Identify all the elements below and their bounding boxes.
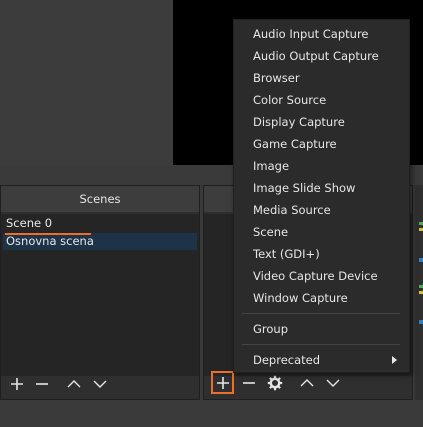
minus-icon bbox=[243, 382, 255, 384]
menu-item-browser[interactable]: Browser bbox=[234, 67, 409, 89]
menu-item-video-capture-device[interactable]: Video Capture Device bbox=[234, 265, 409, 287]
menu-item-scene[interactable]: Scene bbox=[234, 221, 409, 243]
scene-item-scene-0[interactable]: Scene 0 bbox=[3, 215, 197, 232]
scenes-dock: Scenes Scene 0 Osnovna scena bbox=[0, 185, 200, 400]
menu-item-image[interactable]: Image bbox=[234, 155, 409, 177]
add-source-menu: Audio Input Capture Audio Output Capture… bbox=[233, 19, 410, 373]
move-scene-up-button[interactable] bbox=[64, 375, 84, 393]
menu-item-deprecated[interactable]: Deprecated bbox=[234, 349, 409, 371]
move-scene-down-button[interactable] bbox=[90, 375, 110, 393]
scene-item-osnovna-scena[interactable]: Osnovna scena bbox=[3, 233, 197, 250]
menu-item-audio-input-capture[interactable]: Audio Input Capture bbox=[234, 23, 409, 45]
scenes-title: Scenes bbox=[1, 186, 199, 212]
preview-area bbox=[0, 0, 173, 165]
source-properties-button[interactable] bbox=[265, 374, 285, 392]
menu-separator bbox=[242, 344, 400, 345]
minus-icon bbox=[36, 383, 48, 385]
menu-item-display-capture[interactable]: Display Capture bbox=[234, 111, 409, 133]
scenes-list[interactable]: Scene 0 Osnovna scena bbox=[1, 214, 199, 376]
highlight-underline bbox=[5, 233, 91, 235]
menu-item-audio-output-capture[interactable]: Audio Output Capture bbox=[234, 45, 409, 67]
menu-item-color-source[interactable]: Color Source bbox=[234, 89, 409, 111]
menu-item-group[interactable]: Group bbox=[234, 318, 409, 340]
chevron-down-icon bbox=[326, 379, 340, 387]
menu-item-media-source[interactable]: Media Source bbox=[234, 199, 409, 221]
menu-separator bbox=[242, 313, 400, 314]
menu-item-game-capture[interactable]: Game Capture bbox=[234, 133, 409, 155]
add-source-button[interactable] bbox=[213, 374, 233, 392]
audio-meter-bar bbox=[419, 285, 423, 288]
move-source-down-button[interactable] bbox=[323, 374, 343, 392]
plus-icon bbox=[11, 378, 23, 390]
audio-meter-bar bbox=[419, 222, 423, 225]
chevron-up-icon bbox=[300, 379, 314, 387]
move-source-up-button[interactable] bbox=[297, 374, 317, 392]
menu-item-deprecated-label: Deprecated bbox=[253, 353, 321, 367]
plus-icon bbox=[217, 377, 229, 389]
remove-source-button[interactable] bbox=[239, 374, 259, 392]
menu-item-image-slide-show[interactable]: Image Slide Show bbox=[234, 177, 409, 199]
add-scene-button[interactable] bbox=[7, 375, 27, 393]
audio-meter-bar bbox=[419, 228, 423, 231]
menu-item-text-gdi[interactable]: Text (GDI+) bbox=[234, 243, 409, 265]
audio-meter-bar bbox=[419, 291, 423, 294]
volume-slider-handle[interactable] bbox=[419, 258, 423, 262]
chevron-up-icon bbox=[67, 380, 81, 388]
remove-scene-button[interactable] bbox=[32, 375, 52, 393]
gear-icon bbox=[267, 375, 283, 391]
menu-item-window-capture[interactable]: Window Capture bbox=[234, 287, 409, 309]
volume-slider-handle[interactable] bbox=[419, 320, 423, 324]
chevron-down-icon bbox=[93, 380, 107, 388]
submenu-arrow-icon bbox=[392, 356, 397, 364]
